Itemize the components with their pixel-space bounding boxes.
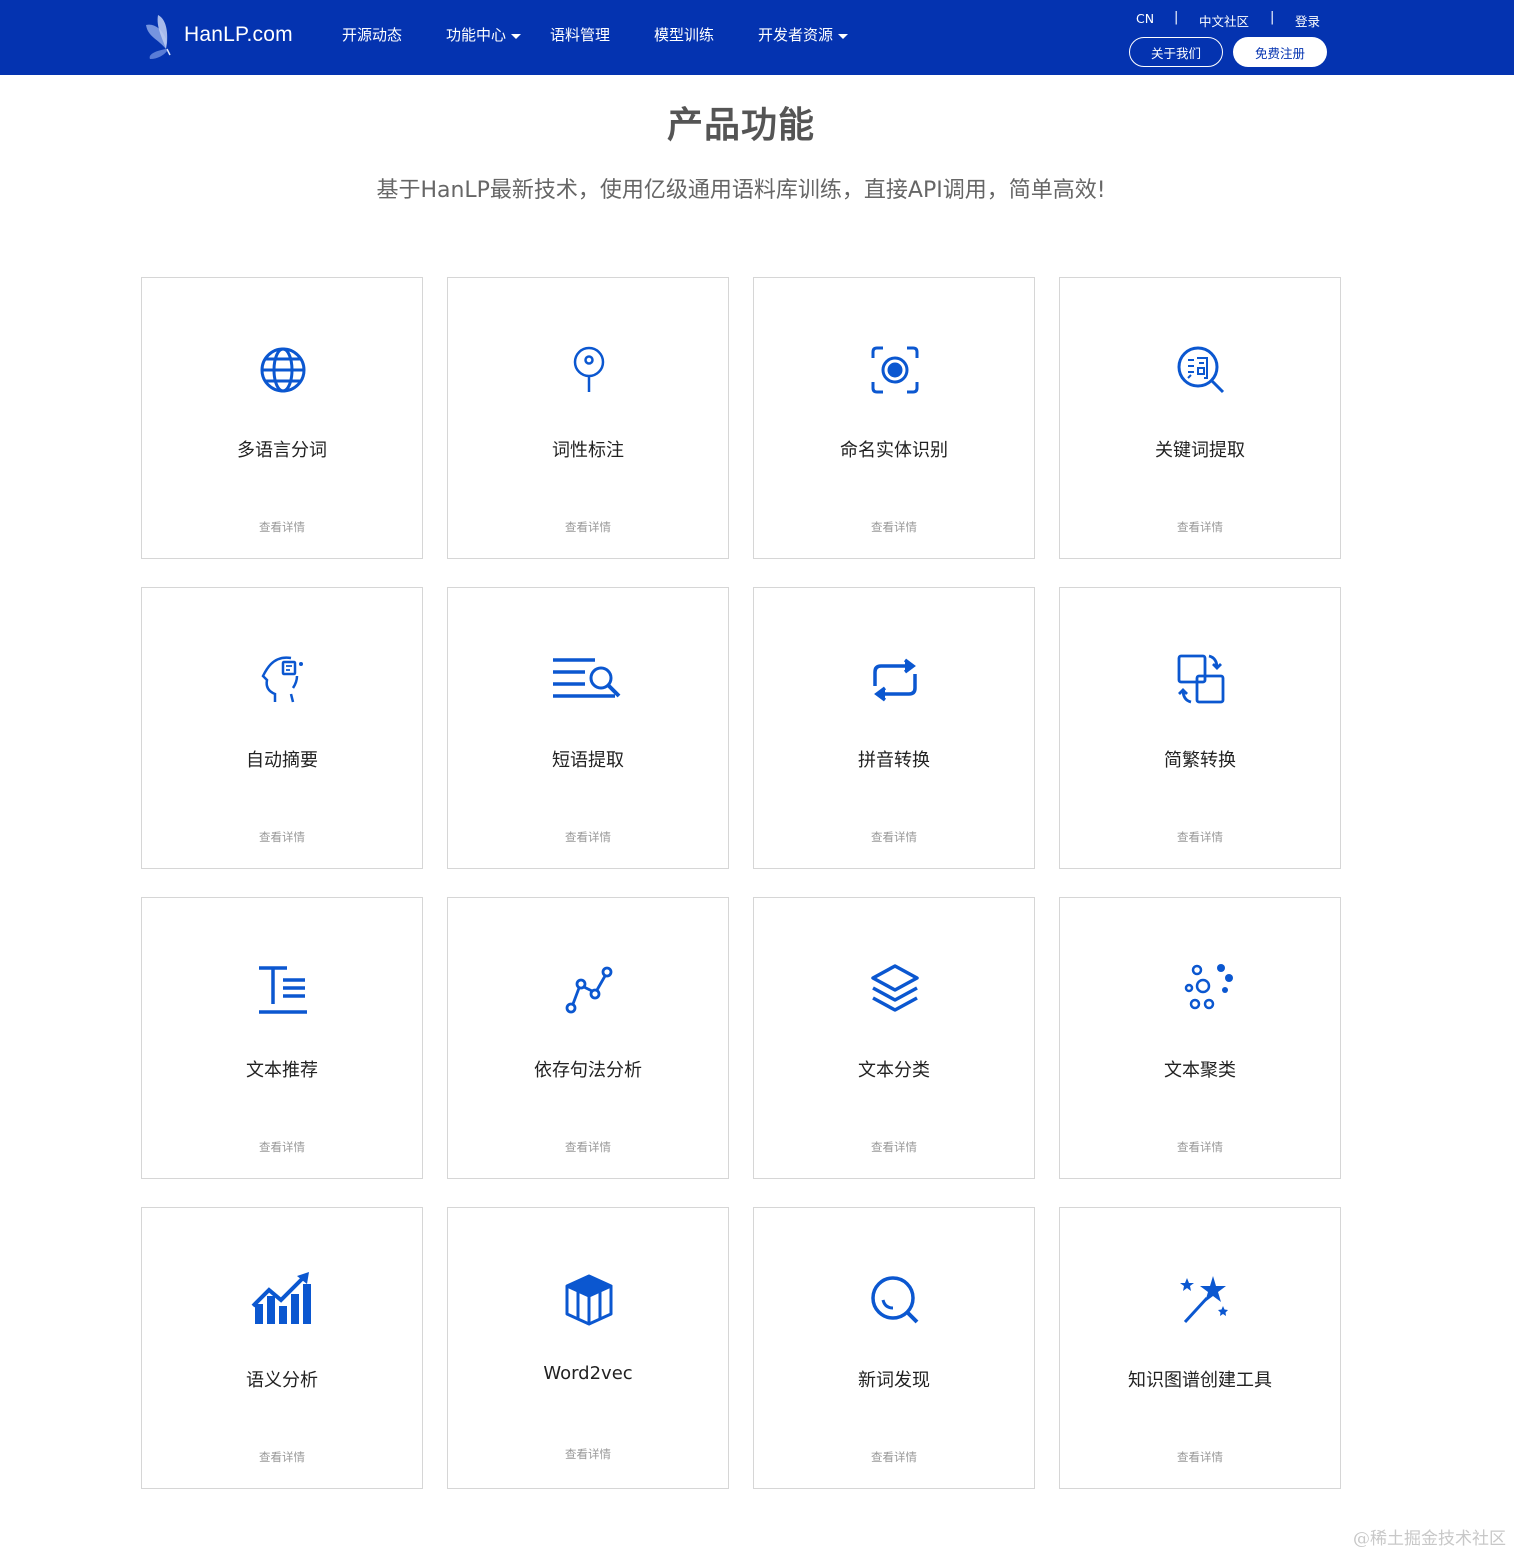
nav-label: 模型训练 — [654, 26, 715, 44]
nav-label: 语料管理 — [550, 26, 611, 44]
top-navigation-bar: HanLP.com 开源动态 功能中心 语料管理 模型训练 开发者资源 CN |… — [0, 0, 1514, 75]
focus-target-icon — [865, 340, 925, 400]
card-details-link[interactable]: 查看详情 — [1060, 1449, 1340, 1465]
text-format-icon — [253, 960, 313, 1020]
card-pos-tagging[interactable]: 词性标注 查看详情 — [447, 277, 729, 559]
nav-label: 开源动态 — [342, 26, 403, 44]
card-details-link[interactable]: 查看详情 — [142, 519, 422, 535]
pin-icon — [559, 340, 619, 400]
nav-item-model-training[interactable]: 模型训练 — [654, 24, 714, 45]
card-details-link[interactable]: 查看详情 — [142, 1449, 422, 1465]
card-title: 短语提取 — [552, 750, 624, 771]
card-title: 新词发现 — [858, 1370, 930, 1391]
card-title: 知识图谱创建工具 — [1128, 1370, 1272, 1391]
loop-arrows-icon — [865, 650, 925, 710]
card-title: 词性标注 — [552, 440, 624, 461]
watermark-text: @稀土掘金技术社区 — [1353, 1529, 1506, 1549]
separator: | — [1270, 10, 1275, 25]
trend-chart-icon — [251, 1270, 313, 1330]
card-title: 文本聚类 — [1164, 1060, 1236, 1081]
card-dependency-parsing[interactable]: 依存句法分析 查看详情 — [447, 897, 729, 1179]
separator: | — [1174, 10, 1179, 25]
site-logo[interactable]: HanLP.com — [140, 8, 310, 62]
card-details-link[interactable]: 查看详情 — [1060, 1139, 1340, 1155]
card-keyword-extraction[interactable]: 关键词提取 查看详情 — [1059, 277, 1341, 559]
nav-item-open-source-news[interactable]: 开源动态 — [342, 24, 402, 45]
card-title: 文本分类 — [858, 1060, 930, 1081]
card-title: Word2vec — [543, 1363, 633, 1384]
card-details-link[interactable]: 查看详情 — [448, 1139, 728, 1155]
section-title: 产品功能 — [666, 105, 815, 146]
card-text-classification[interactable]: 文本分类 查看详情 — [753, 897, 1035, 1179]
nav-item-feature-center[interactable]: 功能中心 — [446, 24, 522, 45]
card-details-link[interactable]: 查看详情 — [142, 829, 422, 845]
text-search-icon — [553, 650, 621, 710]
card-semantic-analysis[interactable]: 语义分析 查看详情 — [141, 1207, 423, 1489]
card-new-word-discovery[interactable]: 新词发现 查看详情 — [753, 1207, 1035, 1489]
card-details-link[interactable]: 查看详情 — [142, 1139, 422, 1155]
card-details-link[interactable]: 查看详情 — [754, 1449, 1034, 1465]
nav-item-developer-resources[interactable]: 开发者资源 — [758, 24, 849, 45]
globe-icon — [253, 340, 313, 400]
about-us-button[interactable]: 关于我们 — [1129, 37, 1223, 67]
nav-label: 开发者资源 — [758, 26, 834, 44]
card-details-link[interactable]: 查看详情 — [754, 1139, 1034, 1155]
card-title: 拼音转换 — [858, 750, 930, 771]
magnifier-icon — [865, 1270, 925, 1330]
chevron-down-icon — [838, 33, 849, 39]
card-auto-summary[interactable]: 自动摘要 查看详情 — [141, 587, 423, 869]
card-title: 自动摘要 — [246, 750, 318, 771]
word-search-icon — [1171, 340, 1231, 400]
login-link[interactable]: 登录 — [1295, 11, 1320, 30]
card-details-link[interactable]: 查看详情 — [448, 1446, 728, 1462]
card-text-recommendation[interactable]: 文本推荐 查看详情 — [141, 897, 423, 1179]
community-link[interactable]: 中文社区 — [1199, 11, 1249, 30]
head-thinking-icon — [253, 650, 313, 710]
card-details-link[interactable]: 查看详情 — [448, 519, 728, 535]
card-named-entity-recognition[interactable]: 命名实体识别 查看详情 — [753, 277, 1035, 559]
convert-squares-icon — [1171, 650, 1231, 710]
free-register-button[interactable]: 免费注册 — [1233, 37, 1327, 67]
card-details-link[interactable]: 查看详情 — [754, 519, 1034, 535]
cube-icon — [559, 1270, 619, 1330]
card-title: 简繁转换 — [1164, 750, 1236, 771]
nav-label: 功能中心 — [446, 26, 507, 44]
card-details-link[interactable]: 查看详情 — [754, 829, 1034, 845]
card-pinyin-conversion[interactable]: 拼音转换 查看详情 — [753, 587, 1035, 869]
card-knowledge-graph-tool[interactable]: 知识图谱创建工具 查看详情 — [1059, 1207, 1341, 1489]
card-details-link[interactable]: 查看详情 — [448, 829, 728, 845]
node-graph-icon — [559, 960, 619, 1020]
card-title: 多语言分词 — [237, 440, 327, 461]
layers-icon — [865, 960, 925, 1020]
card-title: 文本推荐 — [246, 1060, 318, 1081]
magic-wand-icon — [1171, 1270, 1231, 1330]
card-title: 关键词提取 — [1155, 440, 1245, 461]
card-multilingual-segmentation[interactable]: 多语言分词 查看详情 — [141, 277, 423, 559]
card-title: 依存句法分析 — [534, 1060, 642, 1081]
card-details-link[interactable]: 查看详情 — [1060, 829, 1340, 845]
section-subtitle: 基于HanLP最新技术，使用亿级通用语料库训练，直接API调用，简单高效! — [376, 178, 1106, 203]
chevron-down-icon — [511, 33, 522, 39]
nav-item-corpus-management[interactable]: 语料管理 — [550, 24, 610, 45]
card-details-link[interactable]: 查看详情 — [1060, 519, 1340, 535]
card-title: 语义分析 — [246, 1370, 318, 1391]
card-text-clustering[interactable]: 文本聚类 查看详情 — [1059, 897, 1341, 1179]
logo-text: HanLP.com — [184, 23, 293, 46]
card-word2vec[interactable]: Word2vec 查看详情 — [447, 1207, 729, 1489]
card-phrase-extraction[interactable]: 短语提取 查看详情 — [447, 587, 729, 869]
bubbles-cluster-icon — [1171, 960, 1233, 1020]
language-switch-link[interactable]: CN — [1136, 11, 1154, 26]
card-simplified-traditional-conversion[interactable]: 简繁转换 查看详情 — [1059, 587, 1341, 869]
card-title: 命名实体识别 — [840, 440, 948, 461]
